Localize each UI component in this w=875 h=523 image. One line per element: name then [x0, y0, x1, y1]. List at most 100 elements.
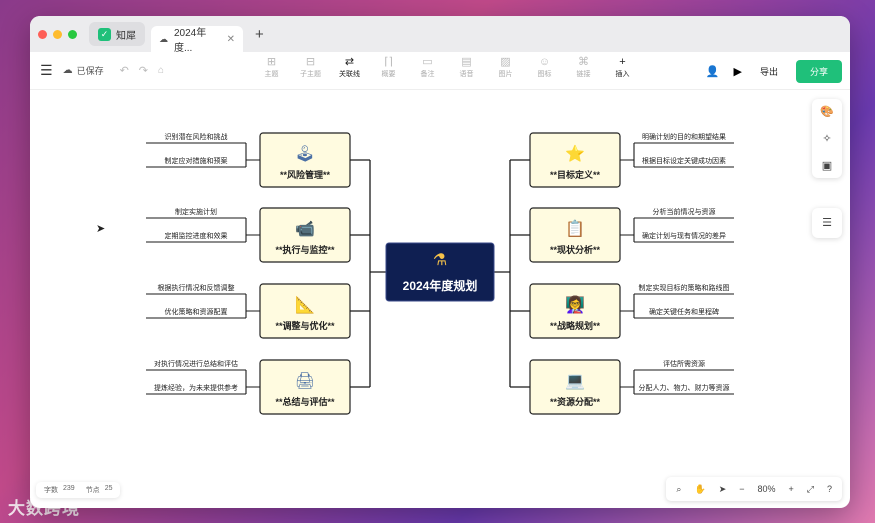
- clipboard-icon: 📋: [565, 219, 585, 238]
- leaf-connector: [245, 143, 260, 167]
- flask-icon: ⚗: [433, 252, 447, 269]
- zoom-level[interactable]: 80%: [758, 484, 776, 494]
- topic-label: **风险管理**: [280, 169, 331, 180]
- leaf-connector: [245, 370, 260, 394]
- tool-1[interactable]: ⊟ 子主题: [291, 55, 330, 79]
- tool-2[interactable]: ⇄ 关联线: [330, 55, 369, 79]
- root-label: 2024年度规划: [403, 278, 478, 293]
- leaf-connector: [245, 218, 260, 242]
- app-window: ✓ 知犀 ☁ 2024年度... ✕ + ☰ ☁ 已保存 ↶ ↷ ⌂ ⊞ 主题 ⊟ 子…: [30, 16, 850, 508]
- leaf-label: 定期监控进度和效果: [165, 231, 228, 240]
- tool-0[interactable]: ⊞ 主题: [252, 55, 291, 79]
- topic-label: **资源分配**: [550, 396, 601, 407]
- topic-label: **执行与监控**: [275, 244, 335, 255]
- zoom-in-button[interactable]: +: [789, 484, 794, 494]
- topic-label: **调整与优化**: [275, 320, 335, 331]
- tool-label: 备注: [420, 71, 435, 78]
- cloud-icon: ☁: [159, 33, 168, 44]
- zoom-bar: ⌕ ✋ ➤ − 80% + ⤢ ?: [666, 477, 842, 501]
- search-icon[interactable]: ⌕: [676, 484, 681, 495]
- tool-5[interactable]: ▤ 语音: [447, 55, 486, 79]
- tool-8[interactable]: ⌘ 链接: [564, 55, 603, 79]
- leaf-label: 评估所需资源: [663, 359, 705, 368]
- ruler-icon: 📐: [295, 295, 315, 314]
- close-tab-icon[interactable]: ✕: [227, 34, 235, 45]
- export-button[interactable]: 导出: [750, 60, 788, 83]
- tool-7[interactable]: ☺ 图标: [525, 55, 564, 79]
- tool-icon: ⌈⌉: [384, 56, 393, 68]
- redo-icon[interactable]: ↷: [139, 64, 148, 77]
- node-count-label: 节点: [85, 487, 100, 494]
- stats-bar: 字数 239 节点 25: [36, 482, 121, 498]
- leaf-label: 明确计划的目的和期望结果: [642, 132, 726, 141]
- leaf-connector: [620, 218, 635, 242]
- app-home-tab[interactable]: ✓ 知犀: [89, 22, 145, 46]
- leaf-label: 优化策略和资源配置: [165, 307, 228, 316]
- printer-icon: 🖨: [295, 372, 315, 390]
- style-icon[interactable]: ✧: [822, 132, 831, 145]
- tool-icon: ☺: [538, 56, 551, 68]
- mindmap-canvas[interactable]: ➤ ⚗ 2024年度规划 🕹 **风险管理** 识别潜在风险和挑战 制定应对措施和预案 📹 *…: [30, 90, 850, 508]
- close-dot[interactable]: [38, 29, 47, 39]
- leaf-label: 确定计划与现有情况的差异: [642, 231, 726, 240]
- tool-icon: +: [619, 56, 626, 68]
- topic-label: **现状分析**: [550, 244, 601, 255]
- tool-icon: ⊟: [305, 56, 316, 68]
- app-logo-icon: ✓: [98, 27, 111, 41]
- leaf-connector: [620, 370, 635, 394]
- leaf-connector: [620, 294, 635, 318]
- tab-bar: ✓ 知犀 ☁ 2024年度... ✕ +: [30, 16, 850, 54]
- teacher-icon: 👩‍🏫: [565, 295, 585, 314]
- list-icon: ☰: [822, 217, 832, 229]
- tool-4[interactable]: ▭ 备注: [408, 55, 447, 79]
- layout-icon[interactable]: ▣: [822, 159, 832, 172]
- tool-9[interactable]: + 插入: [603, 55, 642, 79]
- present-icon[interactable]: ▶: [734, 65, 742, 78]
- maximize-dot[interactable]: [68, 29, 77, 39]
- hand-icon[interactable]: ✋: [694, 484, 705, 495]
- tool-icon: ⇄: [344, 56, 355, 68]
- share-button[interactable]: 分享: [795, 60, 842, 83]
- topic-label: **目标定义**: [550, 169, 601, 180]
- topic-label: **战略规划**: [550, 320, 601, 331]
- palette-icon[interactable]: 🎨: [820, 105, 834, 118]
- leaf-label: 制定实施计划: [175, 207, 217, 216]
- tool-label: 主题: [264, 71, 279, 78]
- fullscreen-icon[interactable]: ⤢: [807, 484, 814, 495]
- leaf-connector: [245, 294, 260, 318]
- format-painter-icon[interactable]: ⌂: [158, 65, 164, 76]
- word-count: 239: [63, 485, 75, 492]
- outline-button[interactable]: ☰: [812, 208, 842, 238]
- zoom-out-button[interactable]: −: [739, 484, 744, 494]
- save-status: 已保存: [76, 66, 104, 76]
- pointer-icon[interactable]: ➤: [719, 484, 727, 495]
- leaf-label: 制定实现目标的策略和路线图: [639, 283, 730, 292]
- word-count-label: 字数: [44, 487, 58, 494]
- app-tab-label: 知犀: [116, 30, 136, 42]
- topic-label: **总结与评估**: [275, 396, 335, 407]
- star-badge-icon: ⭐: [565, 144, 585, 163]
- help-icon[interactable]: ?: [827, 484, 832, 494]
- document-tab[interactable]: ☁ 2024年度... ✕: [151, 26, 243, 54]
- menu-icon[interactable]: ☰: [40, 62, 53, 79]
- tool-label: 图标: [537, 71, 552, 78]
- tool-6[interactable]: ▨ 图片: [486, 55, 525, 79]
- cloud-save-icon: ☁: [62, 65, 73, 76]
- joystick-icon: 🕹: [295, 145, 315, 163]
- toolbar: ☰ ☁ 已保存 ↶ ↷ ⌂ ⊞ 主题 ⊟ 子主题 ⇄ 关联线 ⌈⌉ 概要 ▭ 备注 ▤ 语音 ▨ 图片 ☺ 图…: [30, 52, 850, 90]
- doc-tab-label: 2024年度...: [174, 28, 207, 54]
- tool-icon: ▤: [461, 56, 472, 68]
- leaf-label: 确定关键任务和里程碑: [649, 307, 719, 316]
- tool-icon: ⌘: [578, 56, 589, 68]
- tool-label: 链接: [576, 71, 591, 78]
- tool-3[interactable]: ⌈⌉ 概要: [369, 55, 408, 79]
- leaf-label: 分配人力、物力、财力等资源: [639, 383, 730, 392]
- collaborator-icon[interactable]: 👤: [706, 65, 720, 78]
- tool-icon: ▨: [500, 56, 511, 68]
- tool-label: 语音: [459, 71, 474, 78]
- tool-label: 图片: [498, 71, 513, 78]
- undo-icon[interactable]: ↶: [120, 64, 129, 77]
- minimize-dot[interactable]: [53, 29, 62, 39]
- new-tab-button[interactable]: +: [255, 26, 264, 43]
- leaf-label: 提炼经验，为未来提供参考: [154, 383, 238, 392]
